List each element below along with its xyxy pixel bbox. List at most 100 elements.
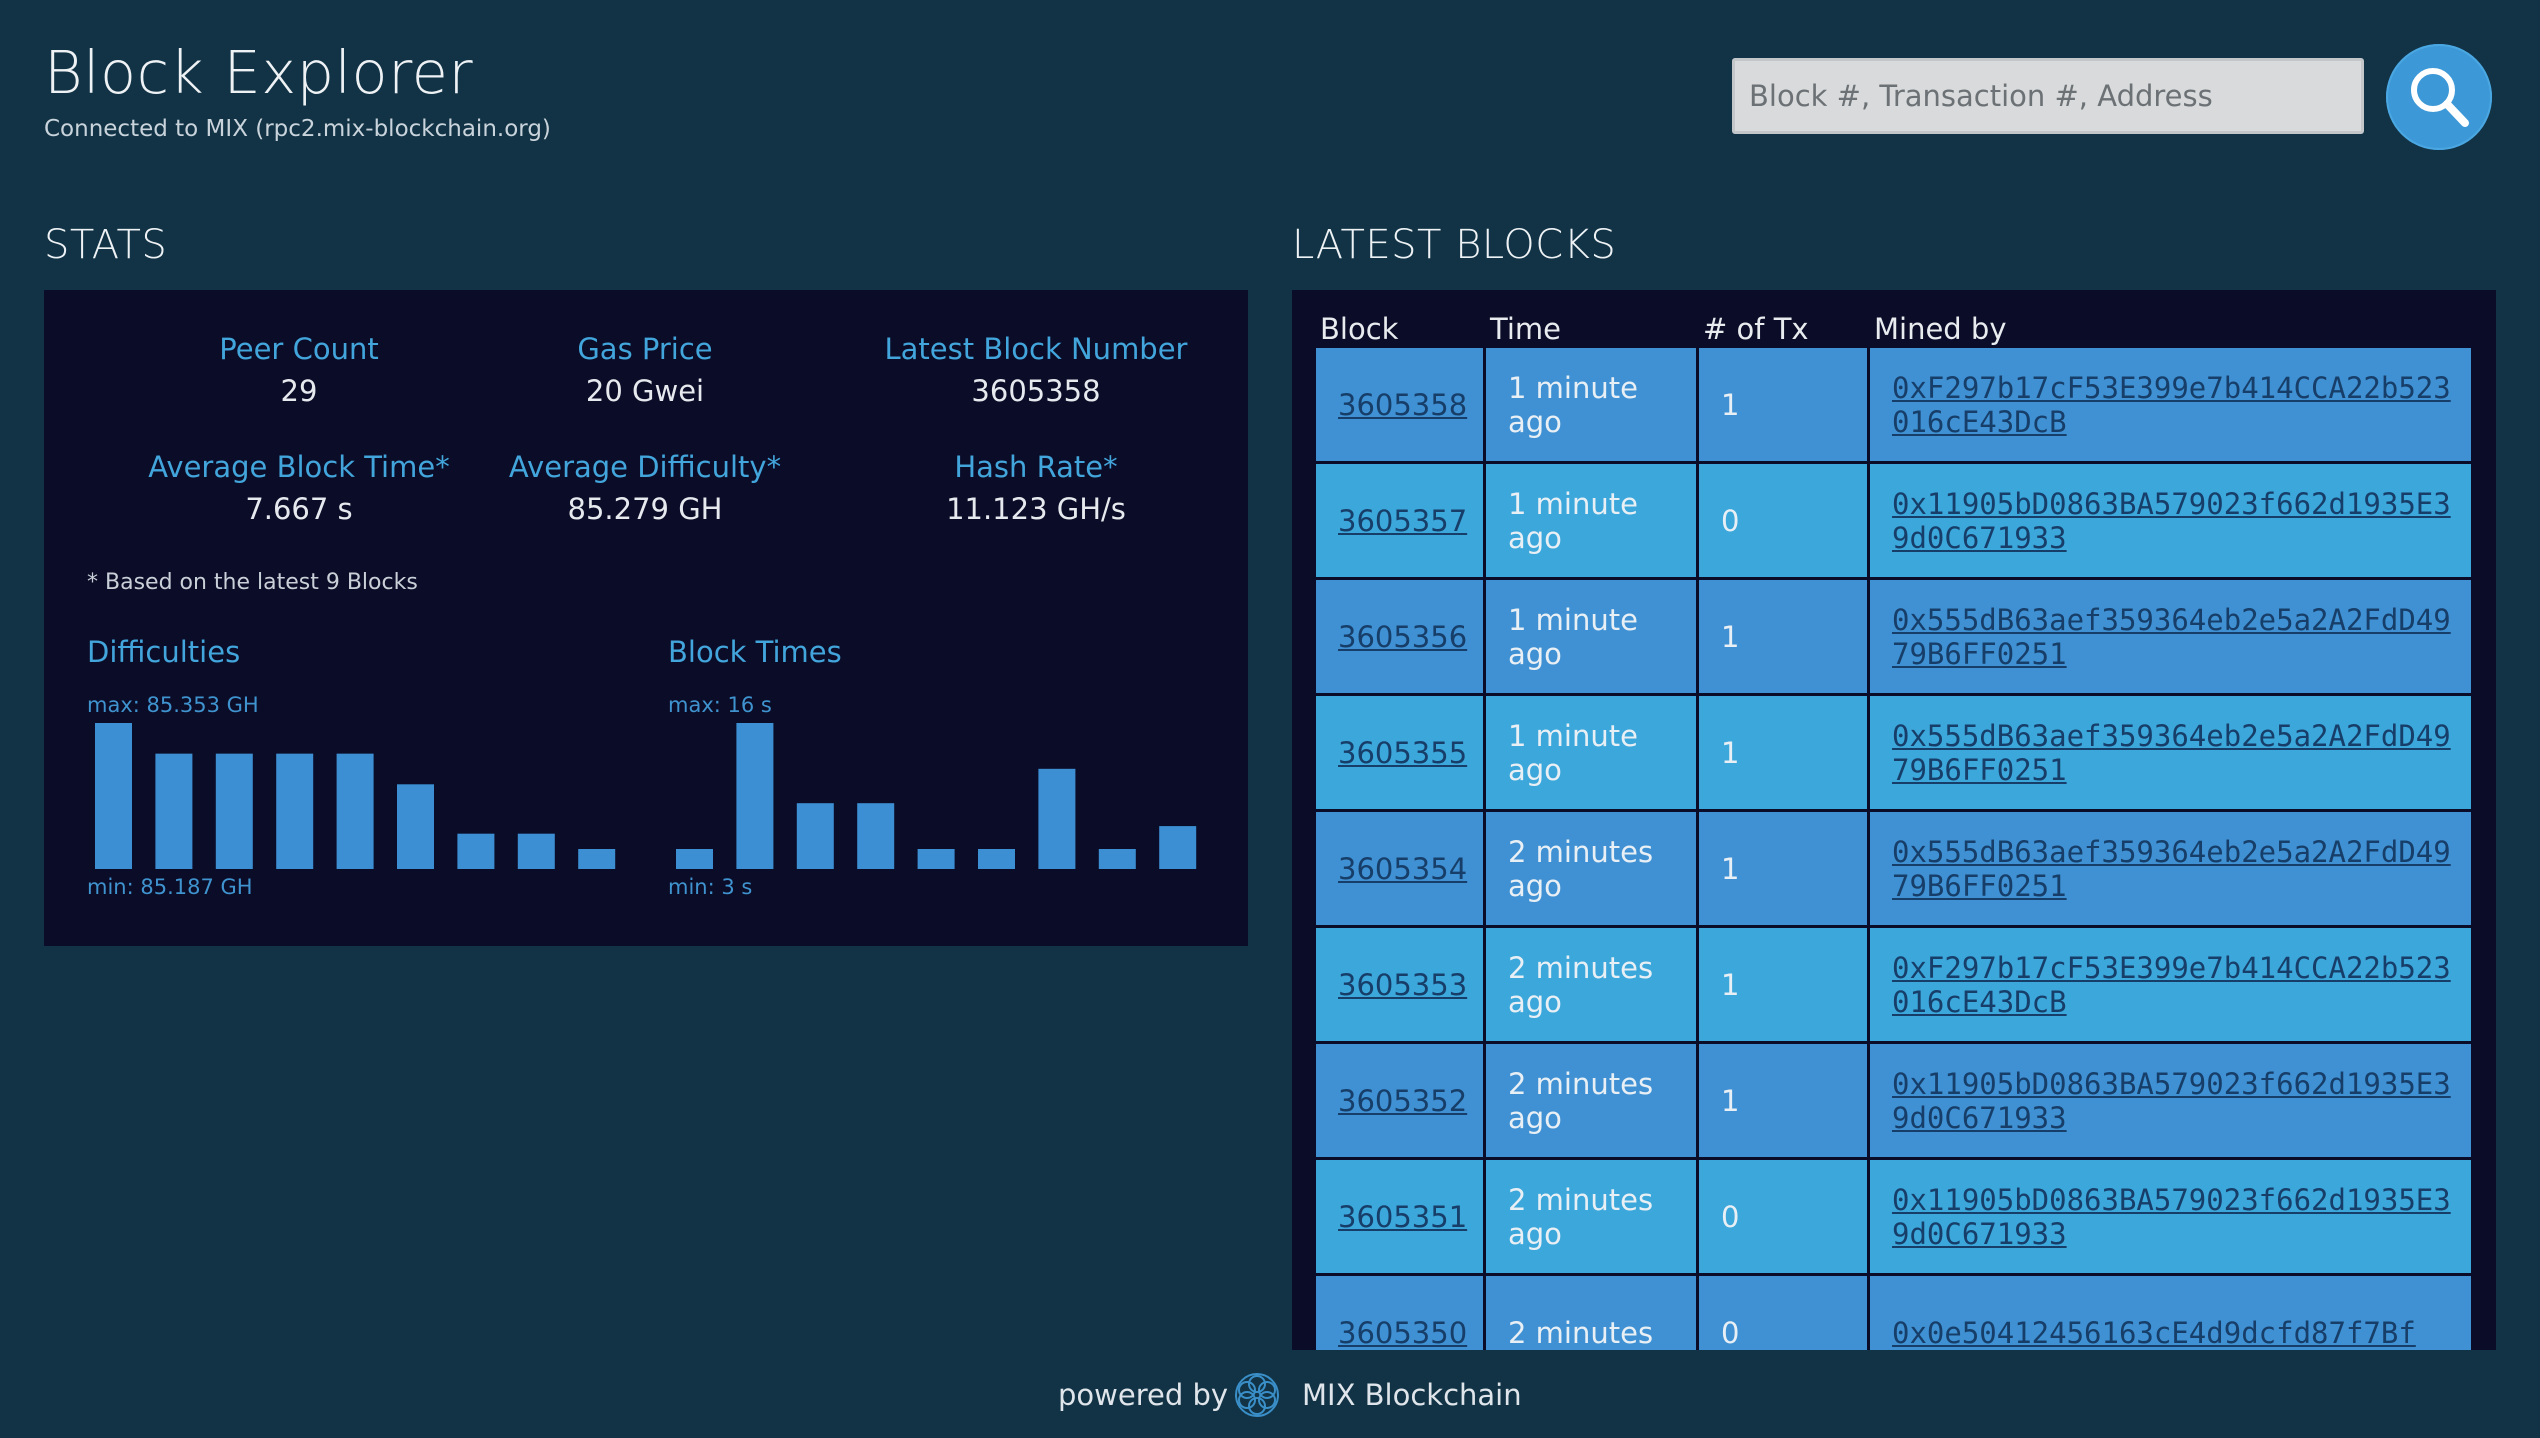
column-header-mined-by: Mined by <box>1874 312 2007 346</box>
block-number-link[interactable]: 3605354 <box>1338 852 1467 886</box>
time-text: 2 minutes ago <box>1508 834 1654 903</box>
mined-by-cell: 0x0e50412456163cE4d9dcfd87f7Bf <box>1870 1276 2471 1350</box>
mined-by-cell: 0x555dB63aef359364eb2e5a2A2FdD4979B6FF02… <box>1870 580 2471 693</box>
time-text: 1 minute ago <box>1508 370 1638 439</box>
chart-bar <box>95 723 132 869</box>
block-number-cell: 3605355 <box>1316 696 1483 809</box>
page-title: Block Explorer <box>44 38 474 107</box>
tx-count-cell: 0 <box>1699 1276 1867 1350</box>
time-cell: 2 minutes ago <box>1486 1160 1696 1273</box>
tx-count-cell: 0 <box>1699 464 1867 577</box>
stat-value: 7.667 s <box>245 492 353 526</box>
time-cell: 2 minutes ago <box>1486 928 1696 1041</box>
stat-value: 29 <box>280 374 318 408</box>
stat-label: Latest Block Number <box>884 332 1188 366</box>
time-cell: 1 minute ago <box>1486 464 1696 577</box>
chart-max-label: max: 16 s <box>668 693 772 717</box>
stats-heading: STATS <box>44 222 168 268</box>
time-cell: 1 minute ago <box>1486 348 1696 461</box>
block-number-link[interactable]: 3605357 <box>1338 504 1467 538</box>
tx-count-text: 1 <box>1721 387 1740 422</box>
block-number-link[interactable]: 3605352 <box>1338 1084 1467 1118</box>
chart-bar <box>857 803 895 869</box>
time-text: 2 minutes ago <box>1508 1182 1654 1251</box>
tx-count-text: 0 <box>1721 1315 1740 1350</box>
chart-bar <box>978 849 1015 869</box>
mined-by-cell: 0x11905bD0863BA579023f662d1935E39d0C6719… <box>1870 464 2471 577</box>
block-explorer-page: Block Explorer Connected to MIX (rpc2.mi… <box>0 0 2540 1438</box>
chart-bar <box>276 753 314 869</box>
chart-min-label: min: 85.187 GH <box>87 875 253 899</box>
chart-bar <box>676 849 713 869</box>
miner-address-link[interactable]: 0xF297b17cF53E399e7b414CCA22b523016cE43D… <box>1892 951 2452 1019</box>
chart-bar <box>917 849 955 869</box>
miner-address-link[interactable]: 0x0e50412456163cE4d9dcfd87f7Bf <box>1892 1316 2452 1350</box>
block-number-link[interactable]: 3605358 <box>1338 388 1467 422</box>
table-row: 3605355 1 minute ago 1 0x555dB63aef359364eb… <box>1316 696 2474 812</box>
chart-bar <box>155 753 193 869</box>
stat-value: 3605358 <box>971 374 1101 408</box>
mined-by-cell: 0xF297b17cF53E399e7b414CCA22b523016cE43D… <box>1870 348 2471 461</box>
table-header: Block Time # of Tx Mined by <box>1316 312 2474 348</box>
stat-label: Average Difficulty* <box>508 450 782 484</box>
column-header-block: Block <box>1320 312 1399 346</box>
time-text: 2 minutes ago <box>1508 1066 1654 1135</box>
tx-count-cell: 1 <box>1699 580 1867 693</box>
tx-count-text: 1 <box>1721 619 1740 654</box>
time-cell: 1 minute ago <box>1486 580 1696 693</box>
block-number-cell: 3605350 <box>1316 1276 1483 1350</box>
miner-address-link[interactable]: 0xF297b17cF53E399e7b414CCA22b523016cE43D… <box>1892 371 2452 439</box>
search-input[interactable] <box>1732 58 2364 134</box>
table-row: 3605353 2 minutes ago 1 0xF297b17cF53E399e7… <box>1316 928 2474 1044</box>
powered-by-text: powered by <box>1058 1378 1229 1412</box>
miner-address-link[interactable]: 0x555dB63aef359364eb2e5a2A2FdD4979B6FF02… <box>1892 835 2452 903</box>
mix-logo-icon <box>1235 1373 1279 1417</box>
chart-bar <box>1038 768 1076 869</box>
tx-count-cell: 1 <box>1699 1044 1867 1157</box>
chart-bar <box>736 723 774 869</box>
block-times-chart: Block Times max: 16 s min: 3 s <box>668 635 1198 899</box>
table-row: 3605354 2 minutes ago 1 0x555dB63aef359364e… <box>1316 812 2474 928</box>
time-text: 1 minute ago <box>1508 602 1638 671</box>
stat-value: 20 Gwei <box>585 374 705 408</box>
table-row: 3605357 1 minute ago 0 0x11905bD0863BA57902… <box>1316 464 2474 580</box>
stats-panel: Peer Count 29 Gas Price 20 Gwei Latest B… <box>44 290 1248 946</box>
stat-hash-rate: Hash Rate* 11.123 GH/s <box>841 450 1231 526</box>
time-cell: 2 minutes ago <box>1486 1044 1696 1157</box>
block-number-link[interactable]: 3605353 <box>1338 968 1467 1002</box>
chart-bar <box>336 753 374 869</box>
chart-bar <box>1159 826 1197 869</box>
block-number-cell: 3605352 <box>1316 1044 1483 1157</box>
block-number-cell: 3605357 <box>1316 464 1483 577</box>
time-text: 1 minute ago <box>1508 718 1638 787</box>
mined-by-cell: 0x11905bD0863BA579023f662d1935E39d0C6719… <box>1870 1044 2471 1157</box>
mix-blockchain-link[interactable]: MIX Blockchain <box>1302 1378 1522 1412</box>
block-number-cell: 3605353 <box>1316 928 1483 1041</box>
chart-bar <box>517 833 555 869</box>
chart-max-label: max: 85.353 GH <box>87 693 259 717</box>
time-text: 1 minute ago <box>1508 486 1638 555</box>
tx-count-cell: 0 <box>1699 1160 1867 1273</box>
chart-min-label: min: 3 s <box>668 875 753 899</box>
time-cell: 1 minute ago <box>1486 696 1696 809</box>
stat-label: Gas Price <box>577 332 713 366</box>
block-number-cell: 3605356 <box>1316 580 1483 693</box>
miner-address-link[interactable]: 0x555dB63aef359364eb2e5a2A2FdD4979B6FF02… <box>1892 719 2452 787</box>
table-row: 3605352 2 minutes ago 1 0x11905bD0863BA5790… <box>1316 1044 2474 1160</box>
chart-bars <box>87 721 617 869</box>
block-number-link[interactable]: 3605356 <box>1338 620 1467 654</box>
block-number-link[interactable]: 3605350 <box>1338 1316 1467 1350</box>
latest-blocks-heading: LATEST BLOCKS <box>1292 222 1617 268</box>
chart-bar <box>578 849 616 869</box>
miner-address-link[interactable]: 0x555dB63aef359364eb2e5a2A2FdD4979B6FF02… <box>1892 603 2452 671</box>
time-cell: 2 minutes ago <box>1486 812 1696 925</box>
block-number-link[interactable]: 3605355 <box>1338 736 1467 770</box>
footer: powered by MIX Blockchain <box>0 1370 2540 1426</box>
block-number-link[interactable]: 3605351 <box>1338 1200 1467 1234</box>
miner-address-link[interactable]: 0x11905bD0863BA579023f662d1935E39d0C6719… <box>1892 1183 2452 1251</box>
search-button[interactable] <box>2386 44 2492 150</box>
column-header-time: Time <box>1490 312 1561 346</box>
miner-address-link[interactable]: 0x11905bD0863BA579023f662d1935E39d0C6719… <box>1892 487 2452 555</box>
table-row: 3605351 2 minutes ago 0 0x11905bD0863BA5790… <box>1316 1160 2474 1276</box>
miner-address-link[interactable]: 0x11905bD0863BA579023f662d1935E39d0C6719… <box>1892 1067 2452 1135</box>
